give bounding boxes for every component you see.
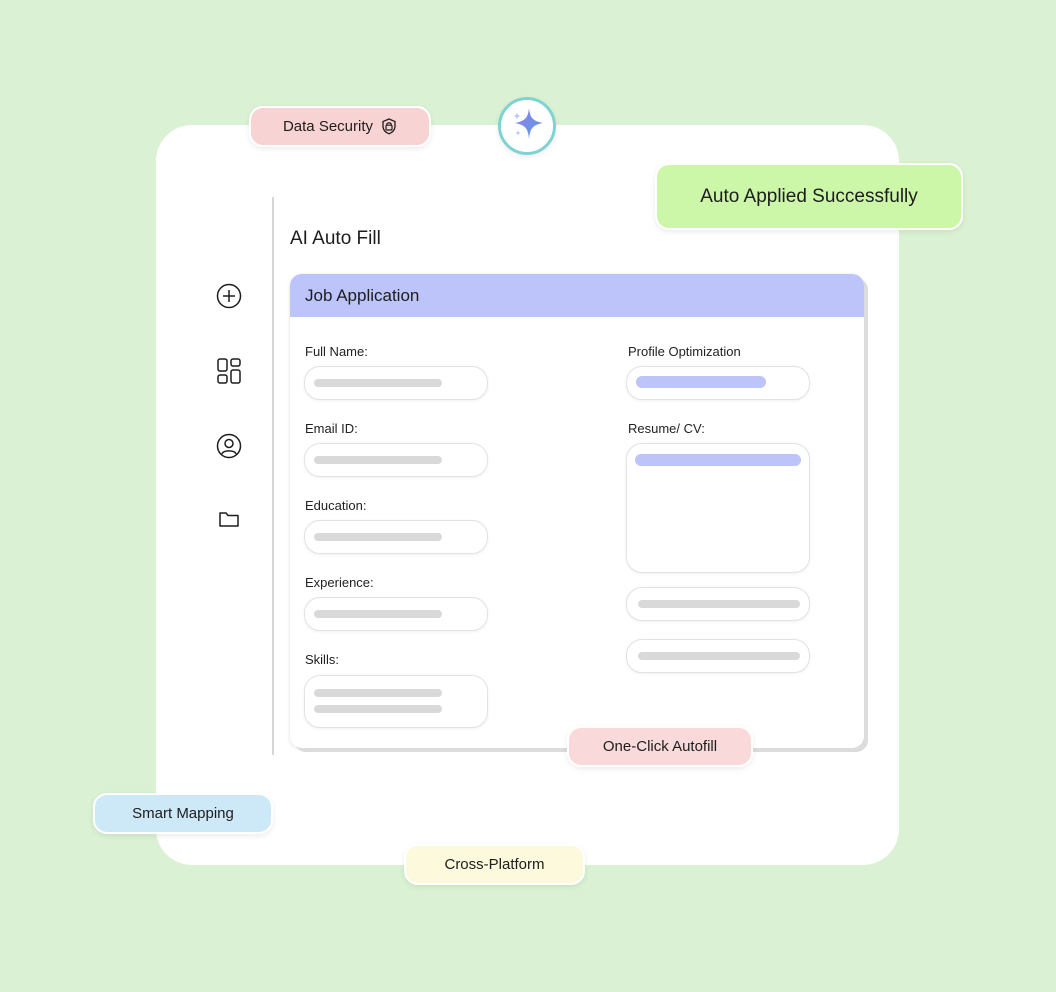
filled-bar <box>635 454 801 466</box>
placeholder-bar <box>314 689 442 697</box>
ai-sparkle-badge <box>498 97 556 155</box>
one-click-autofill-label: One-Click Autofill <box>602 738 718 755</box>
plus-circle-icon[interactable] <box>215 282 243 310</box>
resume-cv-textarea[interactable] <box>626 443 810 573</box>
one-click-autofill-badge: One-Click Autofill <box>567 726 753 767</box>
experience-label: Experience: <box>305 575 374 590</box>
form-header: Job Application <box>290 274 864 317</box>
extra-input-1[interactable] <box>626 587 810 621</box>
data-security-badge: Data Security <box>249 106 431 147</box>
smart-mapping-badge: Smart Mapping <box>93 793 273 834</box>
experience-input[interactable] <box>304 597 488 631</box>
education-input[interactable] <box>304 520 488 554</box>
grid-icon[interactable] <box>215 357 243 385</box>
email-id-label: Email ID: <box>305 421 358 436</box>
user-circle-icon[interactable] <box>215 432 243 460</box>
auto-applied-badge: Auto Applied Successfully <box>655 163 963 230</box>
placeholder-bar <box>314 456 442 464</box>
education-label: Education: <box>305 498 367 513</box>
placeholder-bar <box>314 705 442 713</box>
resume-cv-label: Resume/ CV: <box>628 421 705 436</box>
skills-input[interactable] <box>304 675 488 728</box>
smart-mapping-label: Smart Mapping <box>132 805 234 822</box>
placeholder-bar <box>314 379 442 387</box>
shield-icon <box>381 118 397 135</box>
email-id-input[interactable] <box>304 443 488 477</box>
sparkle-icon <box>507 104 547 149</box>
folder-icon[interactable] <box>215 505 243 533</box>
cross-platform-label: Cross-Platform <box>444 856 545 873</box>
cross-platform-badge: Cross-Platform <box>404 844 585 885</box>
full-name-input[interactable] <box>304 366 488 400</box>
profile-optimization-input[interactable] <box>626 366 810 400</box>
skills-label: Skills: <box>305 652 339 667</box>
data-security-label: Data Security <box>282 118 374 135</box>
placeholder-bar <box>638 652 800 660</box>
extra-input-2[interactable] <box>626 639 810 673</box>
placeholder-bar <box>314 533 442 541</box>
sidebar-divider <box>272 197 274 755</box>
placeholder-bar <box>638 600 800 608</box>
page-title: AI Auto Fill <box>290 228 381 249</box>
profile-optimization-label: Profile Optimization <box>628 344 741 359</box>
job-application-form: Job Application Full Name: Email ID: Edu… <box>290 274 864 748</box>
full-name-label: Full Name: <box>305 344 368 359</box>
placeholder-bar <box>314 610 442 618</box>
auto-applied-label: Auto Applied Successfully <box>700 185 918 207</box>
filled-bar <box>636 376 766 388</box>
